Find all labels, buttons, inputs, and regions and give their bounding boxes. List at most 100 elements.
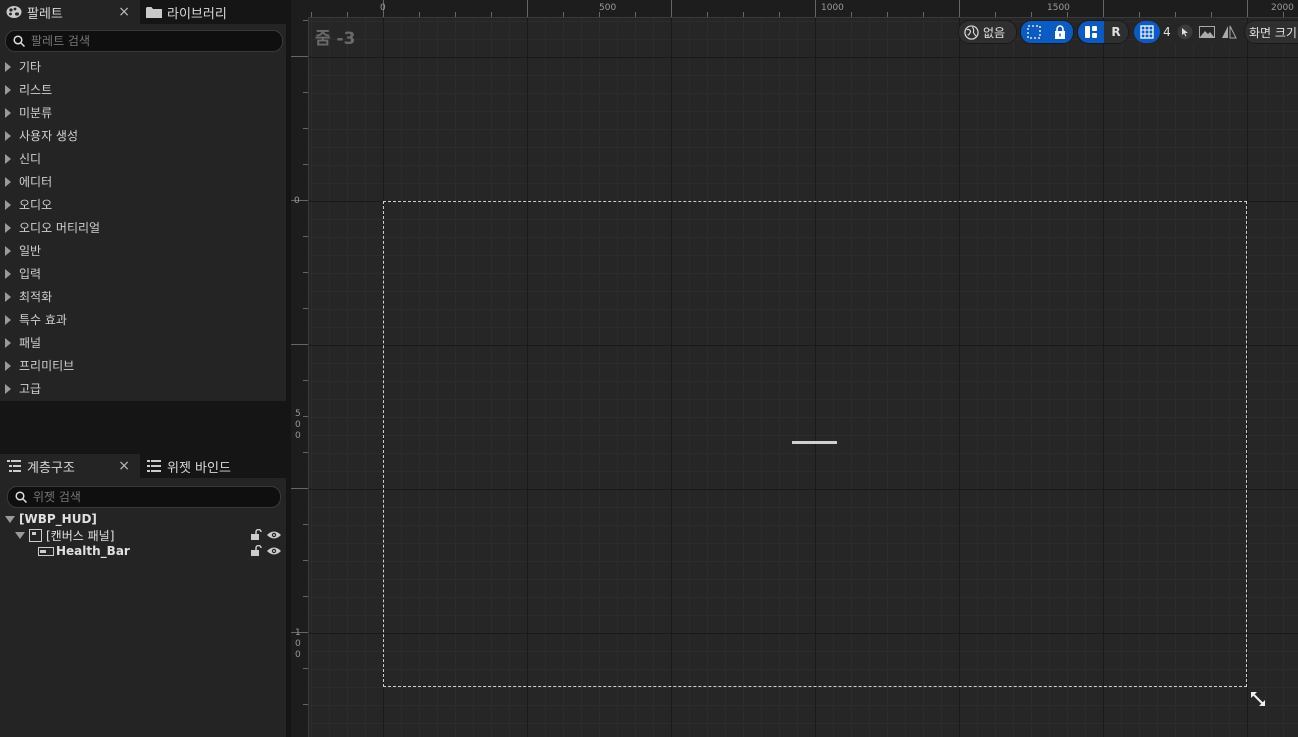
expand-arrow-icon[interactable]	[5, 337, 11, 348]
health-bar-widget[interactable]	[792, 441, 837, 444]
ruler-label-v-500-a: 5	[295, 409, 301, 419]
tree-item-canvas-panel-label: [캔버스 패널]	[46, 528, 115, 543]
expand-arrow-icon[interactable]	[5, 515, 15, 523]
mirror-flip-icon[interactable]	[1218, 21, 1240, 43]
ruler-label-v-500-c: 0	[295, 431, 301, 441]
world-space-toggle[interactable]: 없음	[958, 20, 1017, 44]
expand-arrow-icon[interactable]	[5, 245, 11, 256]
marquee-select-icon[interactable]	[1021, 21, 1047, 43]
close-icon[interactable]: ×	[118, 458, 130, 474]
expand-arrow-icon[interactable]	[5, 84, 11, 95]
expand-arrow-icon[interactable]	[5, 268, 11, 279]
tree-item-canvas-panel[interactable]: [캔버스 패널]	[15, 527, 285, 543]
palette-category-item[interactable]: 리스트	[0, 78, 286, 101]
hierarchy-search-input[interactable]	[31, 489, 255, 505]
tab-palette[interactable]: 팔레트 ×	[0, 0, 140, 24]
snap-lock-group	[1020, 20, 1074, 44]
palette-category-label: 특수 효과	[19, 313, 67, 327]
palette-category-item[interactable]: 사용자 생성	[0, 124, 286, 147]
respect-locks-button[interactable]: R	[1104, 21, 1128, 43]
ruler-label-v-0: 0	[294, 196, 300, 206]
unlock-icon[interactable]	[250, 545, 262, 557]
expand-arrow-icon[interactable]	[5, 199, 11, 210]
tree-item-root-label: [WBP_HUD]	[19, 512, 97, 526]
layout-toggle-icon[interactable]	[1078, 21, 1104, 43]
palette-icon	[6, 4, 22, 20]
expand-arrow-icon[interactable]	[5, 222, 11, 233]
expand-arrow-icon[interactable]	[5, 130, 11, 141]
palette-category-label: 프리미티브	[19, 359, 75, 373]
expand-arrow-icon[interactable]	[15, 531, 25, 539]
image-preview-icon[interactable]	[1196, 21, 1218, 43]
palette-category-label: 에디터	[19, 175, 53, 189]
tree-item-root[interactable]: [WBP_HUD]	[5, 511, 97, 527]
pointer-icon[interactable]	[1174, 21, 1196, 43]
hierarchy-search[interactable]	[7, 486, 281, 508]
palette-category-item[interactable]: 신디	[0, 147, 286, 170]
visibility-eye-icon[interactable]	[267, 530, 281, 540]
globe-icon	[959, 21, 983, 43]
palette-category-item[interactable]: 일반	[0, 239, 286, 262]
panel-splitter[interactable]	[0, 401, 286, 450]
palette-category-item[interactable]: 에디터	[0, 170, 286, 193]
tab-hierarchy[interactable]: 계층구조 ×	[0, 454, 140, 478]
palette-category-item[interactable]: 미분류	[0, 101, 286, 124]
grid-snap-icon[interactable]	[1134, 21, 1160, 43]
palette-category-item[interactable]: 최적화	[0, 285, 286, 308]
palette-category-label: 리스트	[19, 83, 53, 97]
expand-arrow-icon[interactable]	[5, 176, 11, 187]
search-icon	[15, 491, 27, 503]
screen-size-dropdown[interactable]: 화면 크기	[1244, 20, 1298, 44]
palette-category-label: 기타	[19, 60, 42, 74]
respect-locks-group: R	[1077, 20, 1129, 44]
ruler-label-v-1000-c: 0	[295, 650, 301, 660]
expand-arrow-icon[interactable]	[5, 314, 11, 325]
close-icon[interactable]: ×	[118, 4, 130, 20]
palette-category-item[interactable]: 오디오	[0, 193, 286, 216]
palette-tabbar: 팔레트 × 라이브러리	[0, 0, 286, 24]
screen-boundary	[383, 201, 1247, 687]
ruler-label-v-500-b: 0	[295, 420, 301, 430]
resize-handle-icon[interactable]	[1249, 690, 1267, 708]
palette-panel: 팔레트 × 라이브러리 기타리스트미분류사용자 생성신디에디터오디오오디오 머티…	[0, 0, 286, 401]
expand-arrow-icon[interactable]	[5, 360, 11, 371]
expand-arrow-icon[interactable]	[5, 107, 11, 118]
tree-item-health-bar[interactable]: Health_Bar	[38, 543, 285, 559]
expand-arrow-icon[interactable]	[5, 291, 11, 302]
search-icon	[13, 35, 25, 47]
palette-category-label: 패널	[19, 336, 42, 350]
unlock-icon[interactable]	[250, 529, 262, 541]
palette-search[interactable]	[5, 30, 283, 52]
grid-snap-group: 4	[1133, 20, 1245, 44]
hierarchy-tabbar: 계층구조 × 위젯 바인드	[0, 454, 286, 478]
expand-arrow-icon[interactable]	[5, 383, 11, 394]
palette-category-label: 고급	[19, 382, 42, 396]
palette-category-item[interactable]: 오디오 머티리얼	[0, 216, 286, 239]
grid-snap-value[interactable]: 4	[1160, 21, 1174, 43]
screen-size-label: 화면 크기	[1249, 25, 1297, 40]
visibility-eye-icon[interactable]	[267, 546, 281, 556]
tree-list-icon	[6, 458, 22, 474]
horizontal-ruler: 0 500 1000 1500 2000	[291, 0, 1298, 18]
palette-category-label: 오디오	[19, 198, 53, 212]
palette-category-item[interactable]: 특수 효과	[0, 308, 286, 331]
expand-arrow-icon[interactable]	[5, 153, 11, 164]
world-space-label: 없음	[983, 25, 1006, 40]
tab-hierarchy-label: 계층구조	[27, 460, 75, 476]
palette-category-label: 신디	[19, 152, 42, 166]
expand-arrow-icon[interactable]	[5, 61, 11, 72]
palette-category-item[interactable]: 기타	[0, 55, 286, 78]
designer-canvas[interactable]	[309, 18, 1298, 737]
tab-library[interactable]: 라이브러리	[140, 0, 286, 24]
canvas-panel-icon	[29, 528, 42, 542]
palette-search-input[interactable]	[29, 33, 253, 49]
lock-icon[interactable]	[1047, 21, 1073, 43]
palette-category-item[interactable]: 프리미티브	[0, 354, 286, 377]
palette-category-item[interactable]: 입력	[0, 262, 286, 285]
tab-widget-binding-label: 위젯 바인드	[167, 460, 231, 476]
palette-category-label: 미분류	[19, 106, 53, 120]
palette-category-label: 입력	[19, 267, 42, 281]
palette-category-item[interactable]: 패널	[0, 331, 286, 354]
palette-category-item[interactable]: 고급	[0, 377, 286, 400]
tab-widget-binding[interactable]: 위젯 바인드	[140, 454, 286, 478]
